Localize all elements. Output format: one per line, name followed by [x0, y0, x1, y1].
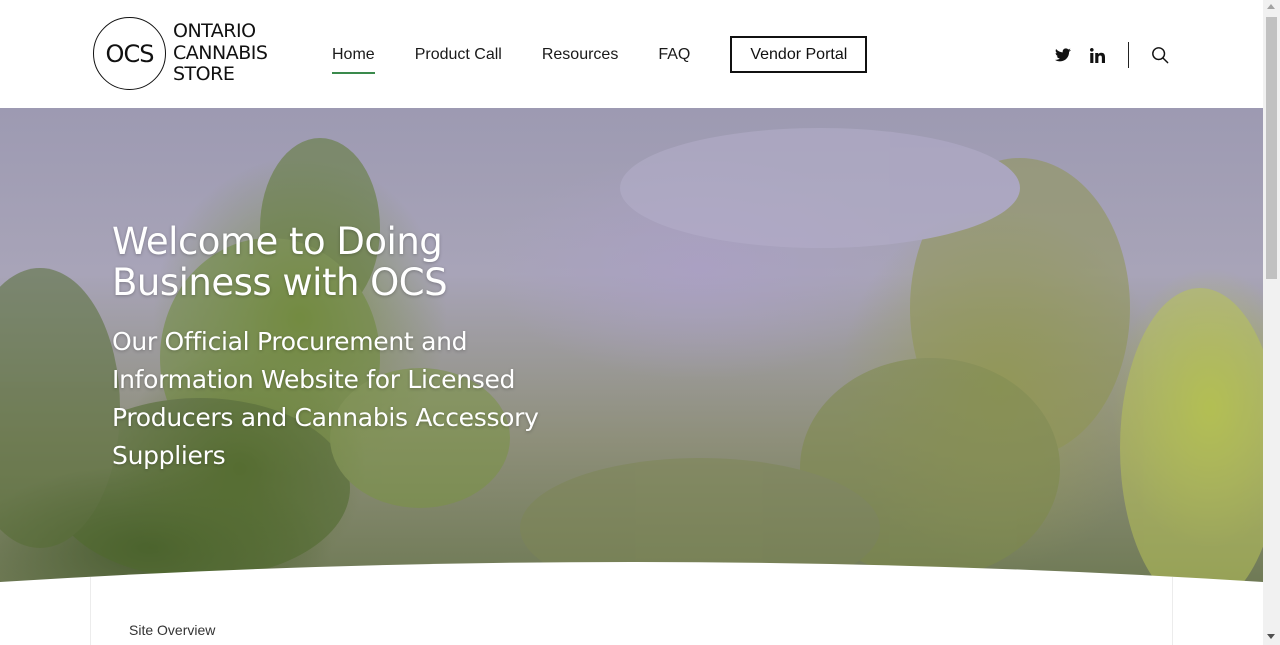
search-icon[interactable] [1149, 44, 1171, 66]
linkedin-icon[interactable] [1086, 44, 1108, 66]
scroll-down-arrow-icon[interactable] [1267, 634, 1275, 639]
main-nav: Home Product Call Resources FAQ Vendor P… [332, 36, 868, 74]
twitter-icon[interactable] [1052, 44, 1074, 66]
site-overview-label: Site Overview [129, 622, 216, 638]
ocs-logo[interactable]: OCS ONTARIO CANNABIS STORE [93, 17, 268, 90]
logo-line-2: CANNABIS [173, 41, 268, 64]
site-header: OCS ONTARIO CANNABIS STORE Home Product … [0, 0, 1263, 108]
hero-title: Welcome to Doing Business with OCS [112, 220, 448, 304]
hero-copy: Welcome to Doing Business with OCS Our O… [112, 221, 552, 475]
page-scrollbar[interactable] [1263, 0, 1280, 645]
social-links [1052, 42, 1171, 68]
nav-product-call[interactable]: Product Call [415, 37, 502, 73]
vendor-portal-button[interactable]: Vendor Portal [730, 36, 868, 73]
logo-line-1: ONTARIO [173, 20, 256, 43]
logo-wordmark: ONTARIO CANNABIS STORE [173, 20, 268, 86]
hero-subtitle: Our Official Procurement and Information… [112, 327, 539, 470]
hero-banner: Welcome to Doing Business with OCS Our O… [0, 108, 1263, 583]
nav-home[interactable]: Home [332, 37, 375, 74]
logo-line-3: STORE [173, 63, 235, 86]
nav-faq[interactable]: FAQ [658, 37, 690, 73]
scroll-thumb[interactable] [1266, 17, 1277, 279]
content-card [90, 577, 1173, 645]
header-divider [1128, 42, 1129, 68]
scroll-up-arrow-icon[interactable] [1267, 4, 1275, 9]
logo-monogram: OCS [93, 17, 166, 90]
nav-resources[interactable]: Resources [542, 37, 618, 73]
